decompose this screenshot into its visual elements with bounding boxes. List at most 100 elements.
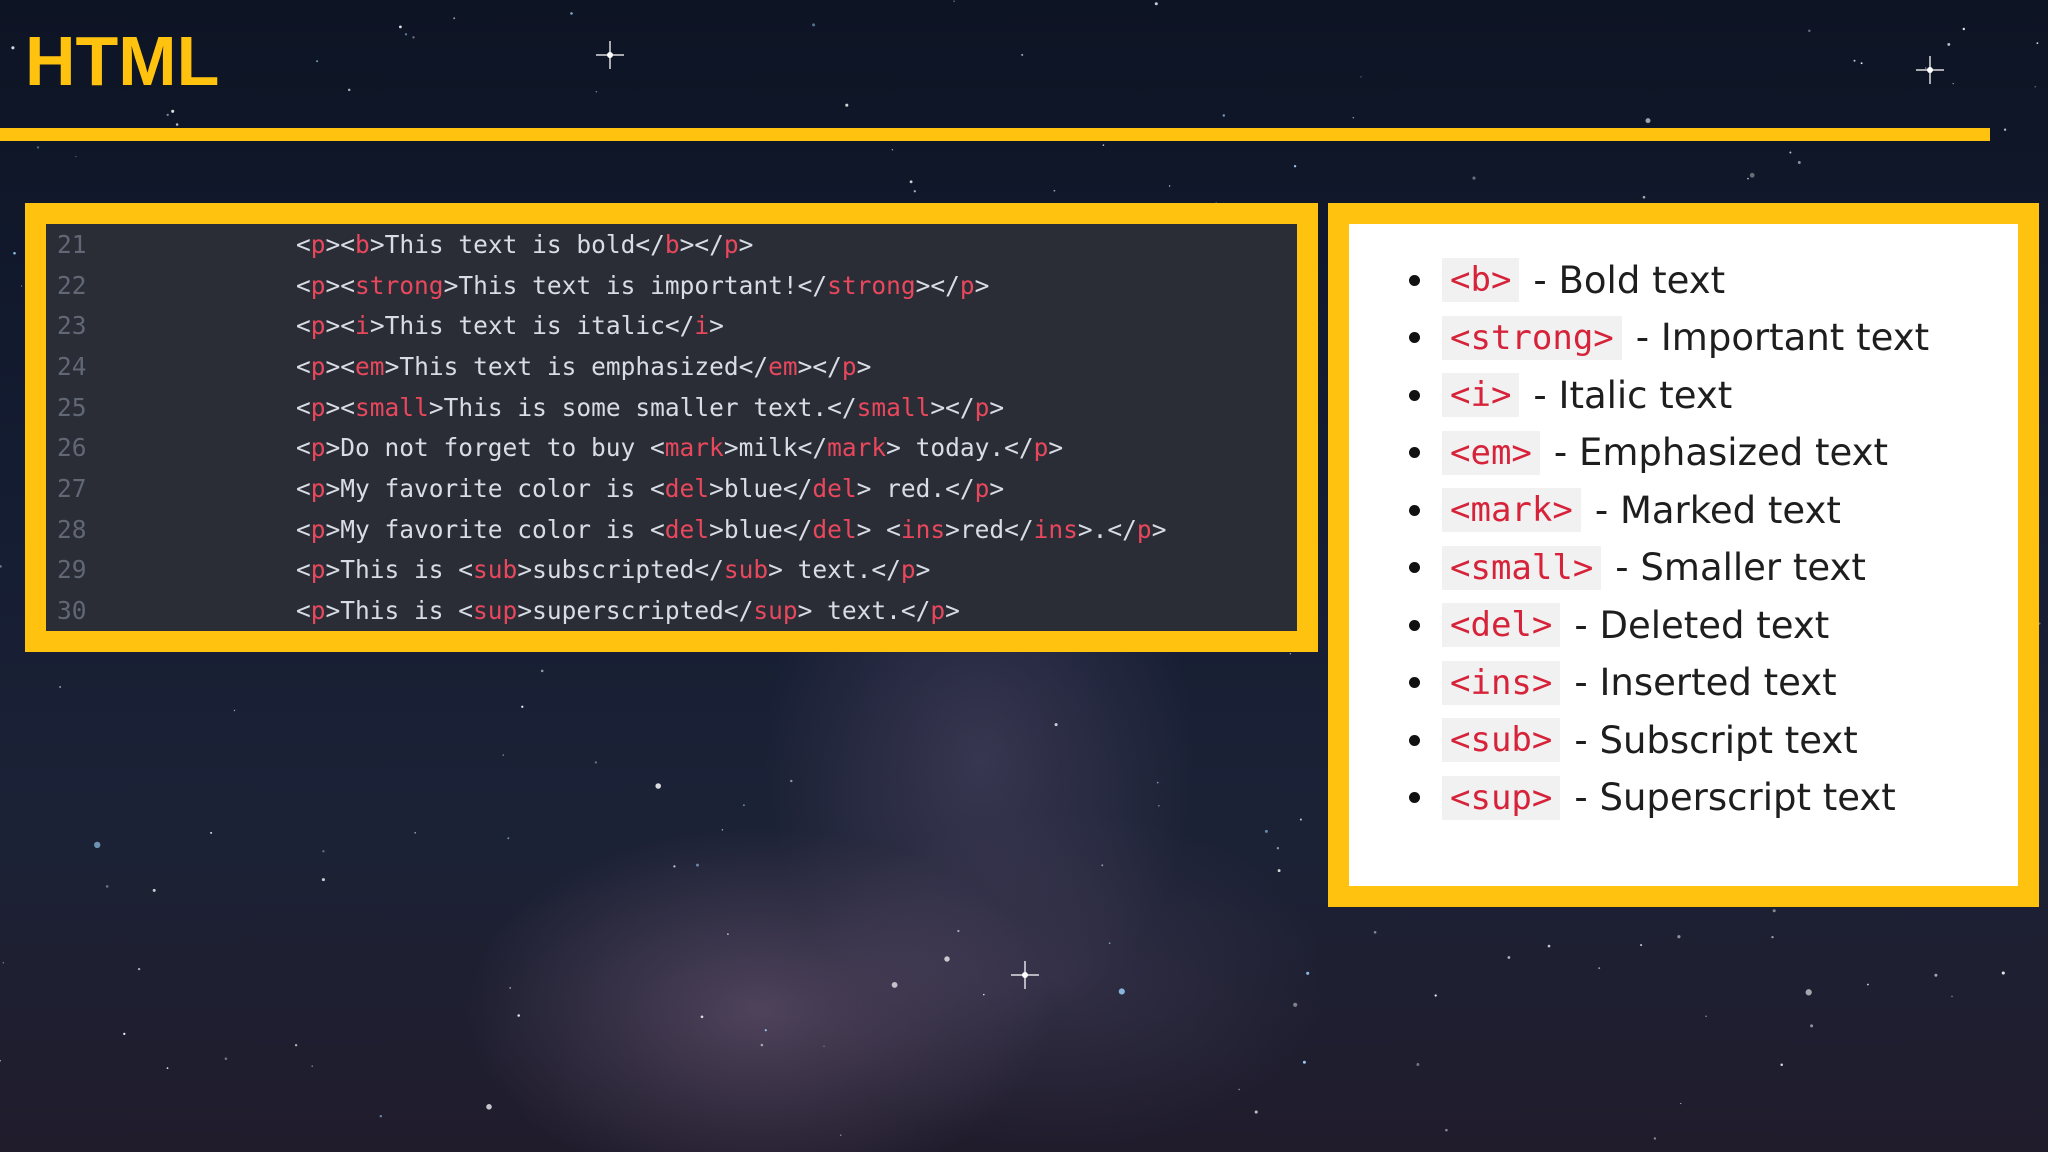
line-number: 28 xyxy=(57,514,87,544)
star-dot xyxy=(521,705,524,708)
tag-description: - Subscript text xyxy=(1574,718,1858,762)
star-dot xyxy=(1747,177,1749,180)
code-text: <p>This is <sub>subscripted</sub> text.<… xyxy=(108,555,930,584)
star-dot xyxy=(75,155,77,158)
code-line: 21 <p><b>This text is bold</b></p> xyxy=(46,224,1297,265)
star-dot xyxy=(953,0,955,2)
star-dot xyxy=(823,1045,825,1047)
star-dot xyxy=(322,850,325,853)
star-dot xyxy=(137,967,141,971)
star-dot xyxy=(1416,1063,1420,1066)
code-tag-name: strong xyxy=(827,270,916,300)
code-token: >< xyxy=(325,229,356,259)
code-tag-name: sup xyxy=(753,596,798,626)
star-dot xyxy=(1222,114,1226,117)
code-tag-name: del xyxy=(812,473,857,503)
tag-code-badge: <sub> xyxy=(1442,718,1561,762)
code-line: 29 <p>This is <sub>subscripted</sub> text… xyxy=(46,550,1297,591)
star-dot xyxy=(595,90,598,93)
tag-description: - Smaller text xyxy=(1615,546,1866,589)
code-tag-name: p xyxy=(310,311,326,341)
code-token: > xyxy=(738,229,754,259)
code-tag-name: p xyxy=(310,392,326,422)
code-token: < xyxy=(296,555,311,585)
code-tag-name: del xyxy=(812,514,857,544)
code-lines: 21 <p><b>This text is bold</b></p> 22 <p><s… xyxy=(46,224,1297,631)
code-tag-name: p xyxy=(310,270,326,300)
code-token: > xyxy=(989,473,1005,503)
tag-code-badge: <b> xyxy=(1442,258,1520,302)
code-tag-name: del xyxy=(664,514,710,544)
star-dot xyxy=(36,146,40,149)
code-tag-name: p xyxy=(310,351,326,381)
line-number: 23 xyxy=(57,311,87,341)
star-dot xyxy=(1951,995,1953,998)
bright-star-icon xyxy=(1011,961,1039,989)
tag-code-badge: <mark> xyxy=(1442,488,1581,532)
star-dot xyxy=(1642,195,1646,199)
code-token: >My favorite color is < xyxy=(325,514,665,544)
star-dot xyxy=(845,103,849,107)
code-token: >< xyxy=(325,351,356,381)
star-dot xyxy=(540,669,544,673)
code-line: 22 <p><strong>This text is important!</st… xyxy=(46,265,1297,306)
code-text: <p>My favorite color is <del>blue</del> … xyxy=(108,515,1166,544)
tag-code-badge: <sup> xyxy=(1442,775,1561,820)
star-dot xyxy=(1677,935,1681,939)
code-tag-name: p xyxy=(1033,433,1049,463)
code-token: > today.</ xyxy=(886,433,1034,463)
star-dot xyxy=(507,837,510,840)
list-item: <sup> - Superscript text xyxy=(1409,770,1896,826)
bullet-icon xyxy=(1409,274,1420,286)
star-dot xyxy=(1772,909,1776,913)
bright-star-icon xyxy=(1916,56,1944,84)
star-dot xyxy=(570,12,573,15)
code-token: > text.</ xyxy=(768,555,901,585)
line-number: 24 xyxy=(57,351,87,381)
code-text: <p><small>This is some smaller text.</sm… xyxy=(108,393,1004,422)
star-dot xyxy=(840,1134,842,1136)
star-dot xyxy=(700,1015,704,1019)
code-token: > text.</ xyxy=(797,596,931,626)
list-item: <i> - Italic text xyxy=(1409,367,1732,423)
star-dot xyxy=(1653,1137,1657,1140)
star-dot xyxy=(94,841,101,849)
code-token: >red</ xyxy=(945,514,1034,544)
star-dot xyxy=(347,88,351,92)
code-line: 27 <p>My favorite color is <del>blue</del… xyxy=(46,468,1297,509)
star-dot xyxy=(2,962,4,964)
code-token: >My favorite color is < xyxy=(325,473,665,503)
star-dot xyxy=(1302,1060,1306,1064)
star-dot xyxy=(1645,118,1651,124)
code-tag-name: p xyxy=(930,596,946,626)
bullet-icon xyxy=(1409,734,1420,746)
tag-code-badge: <strong> xyxy=(1442,315,1622,360)
star-dot xyxy=(983,993,985,996)
code-tag-name: p xyxy=(310,473,326,503)
star-dot xyxy=(1810,1024,1814,1028)
code-tag-name: p xyxy=(841,351,857,381)
star-dot xyxy=(1640,944,1643,947)
code-token: < xyxy=(296,514,311,544)
tag-description: - Important text xyxy=(1635,316,1930,359)
star-dot xyxy=(1299,818,1302,821)
star-dot xyxy=(764,1029,767,1032)
code-tag-name: p xyxy=(974,392,990,422)
star-dot xyxy=(1952,82,1954,85)
code-token: > xyxy=(945,596,960,626)
code-token: >superscripted</ xyxy=(517,596,754,626)
code-tag-name: b xyxy=(355,229,370,259)
star-dot xyxy=(891,149,894,151)
star-dot xyxy=(13,251,16,255)
bullet-icon xyxy=(1409,504,1420,516)
star-dot xyxy=(59,686,61,688)
star-dot xyxy=(166,1067,169,1069)
code-tag-name: p xyxy=(310,596,326,626)
tag-code-badge: <del> xyxy=(1442,603,1561,647)
line-number: 21 xyxy=(57,229,87,259)
code-token: < xyxy=(296,473,311,503)
star-dot xyxy=(1276,847,1280,850)
code-token: >Do not forget to buy < xyxy=(325,433,665,463)
code-text: <p><b>This text is bold</b></p> xyxy=(108,230,753,259)
star-dot xyxy=(1434,994,1437,997)
